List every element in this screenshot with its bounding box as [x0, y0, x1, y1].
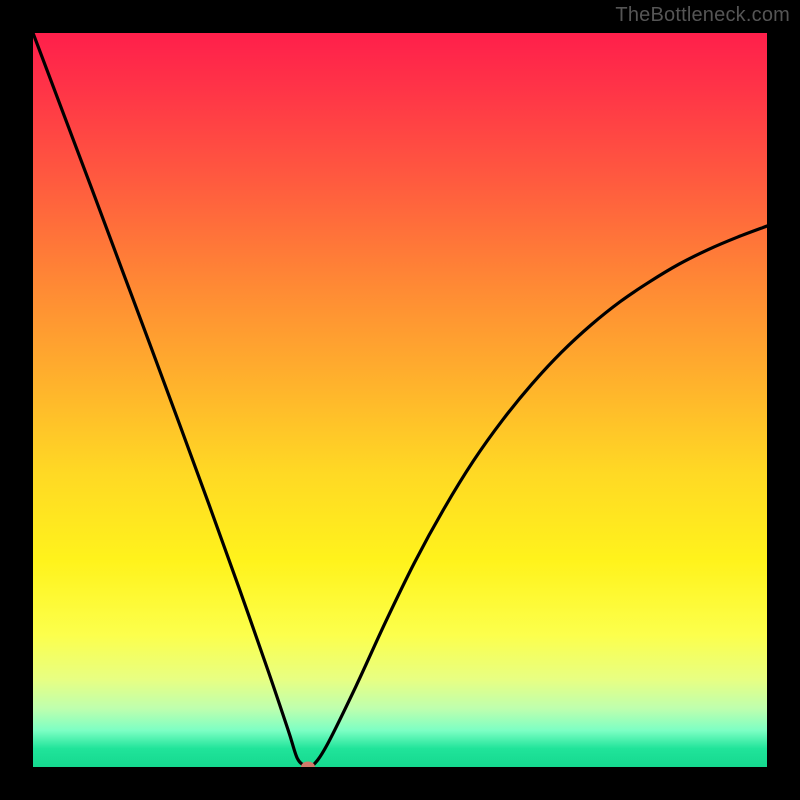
curve-path — [33, 33, 767, 767]
chart-container: TheBottleneck.com — [0, 0, 800, 800]
minimum-point-marker — [301, 762, 315, 768]
bottleneck-curve — [33, 33, 767, 767]
watermark-text: TheBottleneck.com — [615, 4, 790, 27]
plot-area — [33, 33, 767, 767]
